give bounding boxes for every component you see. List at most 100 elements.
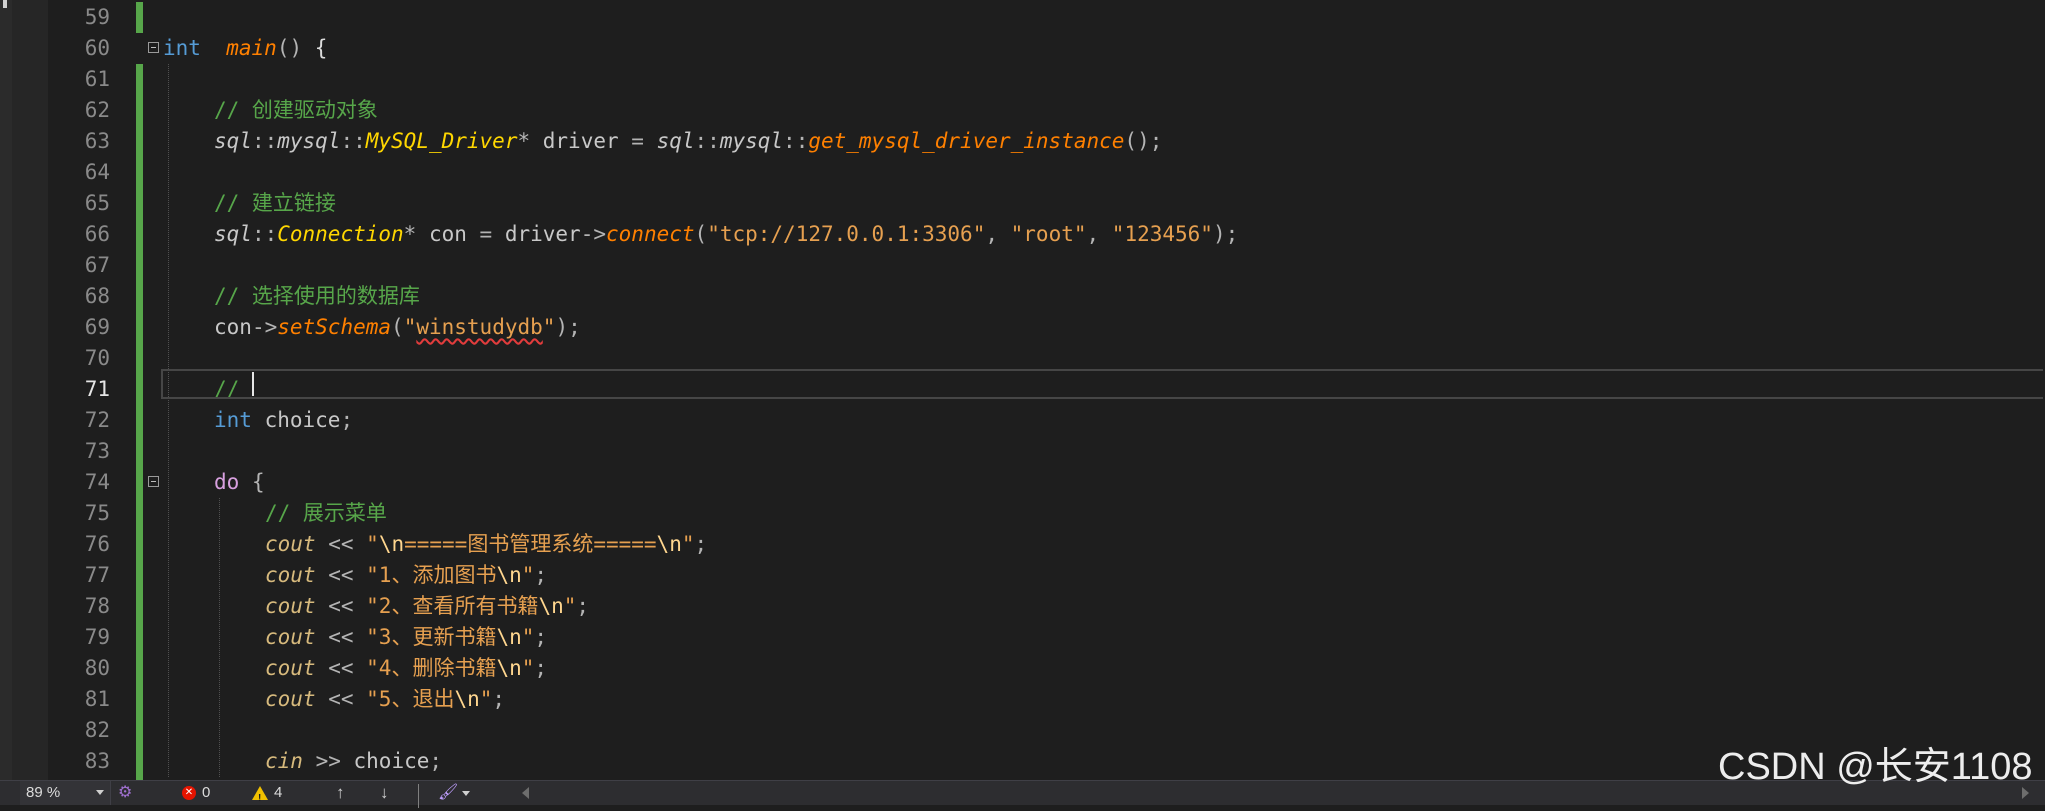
code-line[interactable]: 61 xyxy=(0,64,2045,95)
code-token: con xyxy=(416,222,480,246)
code-token: "2、查看所有书籍 xyxy=(366,594,539,618)
code-token: = xyxy=(479,222,493,246)
code-line[interactable]: 74 do { xyxy=(0,467,2045,498)
zoom-level-dropdown[interactable]: 89 % xyxy=(20,781,111,805)
code-line[interactable]: 59 xyxy=(0,2,2045,33)
change-bar xyxy=(136,746,143,777)
code-token: cout xyxy=(265,625,316,649)
code-text: // 选择使用的数据库 xyxy=(214,281,420,312)
scroll-left-button[interactable] xyxy=(522,781,529,805)
code-line[interactable]: 64 xyxy=(0,157,2045,188)
scroll-left-icon xyxy=(522,787,529,799)
code-token: { xyxy=(302,36,328,60)
warning-count: 4 xyxy=(274,784,283,801)
code-token: choice xyxy=(251,408,341,432)
code-line[interactable]: 63 sql::mysql::MySQL_Driver* driver = sql… xyxy=(0,126,2045,157)
code-token: << xyxy=(315,687,367,711)
change-bar xyxy=(136,622,143,653)
code-line[interactable]: 66 sql::Connection* con = driver->connect… xyxy=(0,219,2045,250)
line-number: 75 xyxy=(84,501,110,525)
change-bar xyxy=(136,95,143,126)
code-line[interactable]: 62 // 创建驱动对象 xyxy=(0,95,2045,126)
code-token: " xyxy=(366,532,379,556)
code-line[interactable]: 75 // 展示菜单 xyxy=(0,498,2045,529)
code-token: choice xyxy=(353,749,430,773)
change-bar xyxy=(136,157,143,188)
error-count-button[interactable]: ✕ 0 xyxy=(182,781,210,805)
code-token: sql xyxy=(214,129,252,153)
code-token: winstudydb xyxy=(416,315,543,339)
code-token: * xyxy=(517,129,531,153)
code-token: ; xyxy=(492,687,506,711)
code-token: << xyxy=(315,563,367,587)
code-line[interactable]: 68 // 选择使用的数据库 xyxy=(0,281,2045,312)
code-line[interactable]: 78 cout << "2、查看所有书籍\n"; xyxy=(0,591,2045,622)
brush-icon: 🖌 xyxy=(438,784,459,801)
code-token: " xyxy=(563,594,577,618)
code-token: >> xyxy=(302,749,354,773)
code-line[interactable]: 77 cout << "1、添加图书\n"; xyxy=(0,560,2045,591)
warning-count-button[interactable]: 4 xyxy=(252,781,283,811)
intellicode-icon[interactable]: ⚙ xyxy=(118,781,132,805)
change-bar xyxy=(136,684,143,715)
change-bar xyxy=(136,2,143,33)
collapse-icon[interactable] xyxy=(148,42,159,53)
line-number: 73 xyxy=(84,439,110,463)
code-token: , xyxy=(1086,222,1112,246)
code-text: sql::Connection* con = driver->connect("… xyxy=(214,219,1238,250)
line-number: 61 xyxy=(84,67,110,91)
change-bar xyxy=(136,219,143,250)
code-line[interactable]: 81 cout << "5、退出\n"; xyxy=(0,684,2045,715)
line-number: 67 xyxy=(84,253,110,277)
code-line[interactable]: 67 xyxy=(0,250,2045,281)
code-line[interactable]: 76 cout << "\n=====图书管理系统=====\n"; xyxy=(0,529,2045,560)
status-separator xyxy=(418,784,419,808)
code-token: MySQL_Driver xyxy=(365,129,518,153)
line-number: 80 xyxy=(84,656,110,680)
code-token: \n xyxy=(496,563,522,587)
line-number: 65 xyxy=(84,191,110,215)
code-token: = xyxy=(631,129,644,153)
error-count: 0 xyxy=(202,784,211,801)
code-token: int xyxy=(163,36,201,60)
code-token: ; xyxy=(694,532,708,556)
line-number: 64 xyxy=(84,160,110,184)
code-cleanup-button[interactable]: 🖌 xyxy=(438,781,471,805)
code-text: cout << "4、删除书籍\n"; xyxy=(265,653,547,684)
code-token: get_mysql_driver_instance xyxy=(808,129,1125,153)
code-line[interactable]: 80 cout << "4、删除书籍\n"; xyxy=(0,653,2045,684)
code-line[interactable]: 72 int choice; xyxy=(0,405,2045,436)
code-token: " xyxy=(521,563,535,587)
code-line[interactable]: 73 xyxy=(0,436,2045,467)
arrow-down-icon[interactable]: ↓ xyxy=(380,781,389,805)
code-token: << xyxy=(315,625,367,649)
code-token: ; xyxy=(576,594,590,618)
warning-icon xyxy=(252,786,268,811)
code-token: cout xyxy=(265,563,316,587)
line-number: 69 xyxy=(84,315,110,339)
arrow-up-icon[interactable]: ↑ xyxy=(336,781,345,805)
code-token: \n xyxy=(656,532,682,556)
change-bar xyxy=(136,653,143,684)
code-token: \n xyxy=(378,532,405,556)
code-token: do xyxy=(214,470,240,494)
code-line[interactable]: 79 cout << "3、更新书籍\n"; xyxy=(0,622,2045,653)
line-number: 82 xyxy=(84,718,110,742)
chevron-down-icon xyxy=(462,790,471,796)
code-token: cout xyxy=(265,687,316,711)
code-token: "4、删除书籍 xyxy=(366,656,497,680)
code-token: :: xyxy=(251,222,278,246)
line-number: 68 xyxy=(84,284,110,308)
code-editor[interactable]: 59 60 int main() {6162// 创建驱动对象 63 sql::mysq… xyxy=(0,0,2045,780)
code-token: mysql xyxy=(277,129,341,153)
code-text: cout << "\n=====图书管理系统=====\n"; xyxy=(265,529,707,560)
line-number: 83 xyxy=(84,749,110,773)
code-line[interactable]: 60 int main() { xyxy=(0,33,2045,64)
code-token: cin xyxy=(265,749,303,773)
change-bar xyxy=(136,188,143,219)
code-token: { xyxy=(239,470,265,494)
collapse-icon[interactable] xyxy=(148,476,159,487)
code-line[interactable]: 65 // 建立链接 xyxy=(0,188,2045,219)
code-line[interactable]: 69 con->setSchema("winstudydb"); xyxy=(0,312,2045,343)
